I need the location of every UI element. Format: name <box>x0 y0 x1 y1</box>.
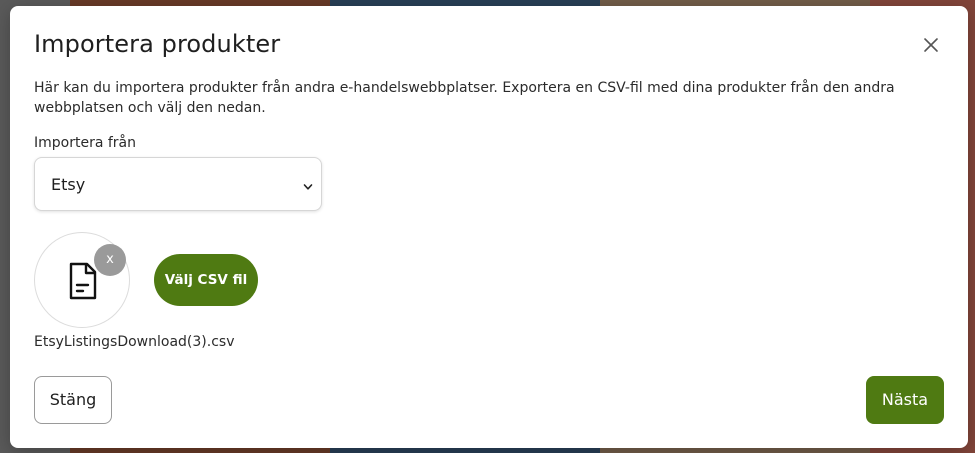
selected-file-name: EtsyListingsDownload(3).csv <box>34 334 235 350</box>
file-icon <box>67 261 99 301</box>
close-button[interactable]: Stäng <box>34 376 112 424</box>
import-source-select[interactable]: Etsy <box>34 157 322 211</box>
import-products-dialog: Importera produkter Här kan du importera… <box>10 6 968 448</box>
chevron-down-icon <box>303 179 313 190</box>
next-button[interactable]: Nästa <box>866 376 944 424</box>
dialog-title: Importera produkter <box>34 30 281 58</box>
close-icon[interactable] <box>922 36 940 54</box>
import-from-label: Importera från <box>34 135 136 151</box>
choose-csv-button[interactable]: Välj CSV fil <box>154 254 258 306</box>
import-source-value: Etsy <box>51 175 86 194</box>
remove-file-button[interactable]: x <box>94 244 126 276</box>
dialog-description: Här kan du importera produkter från andr… <box>34 80 895 116</box>
